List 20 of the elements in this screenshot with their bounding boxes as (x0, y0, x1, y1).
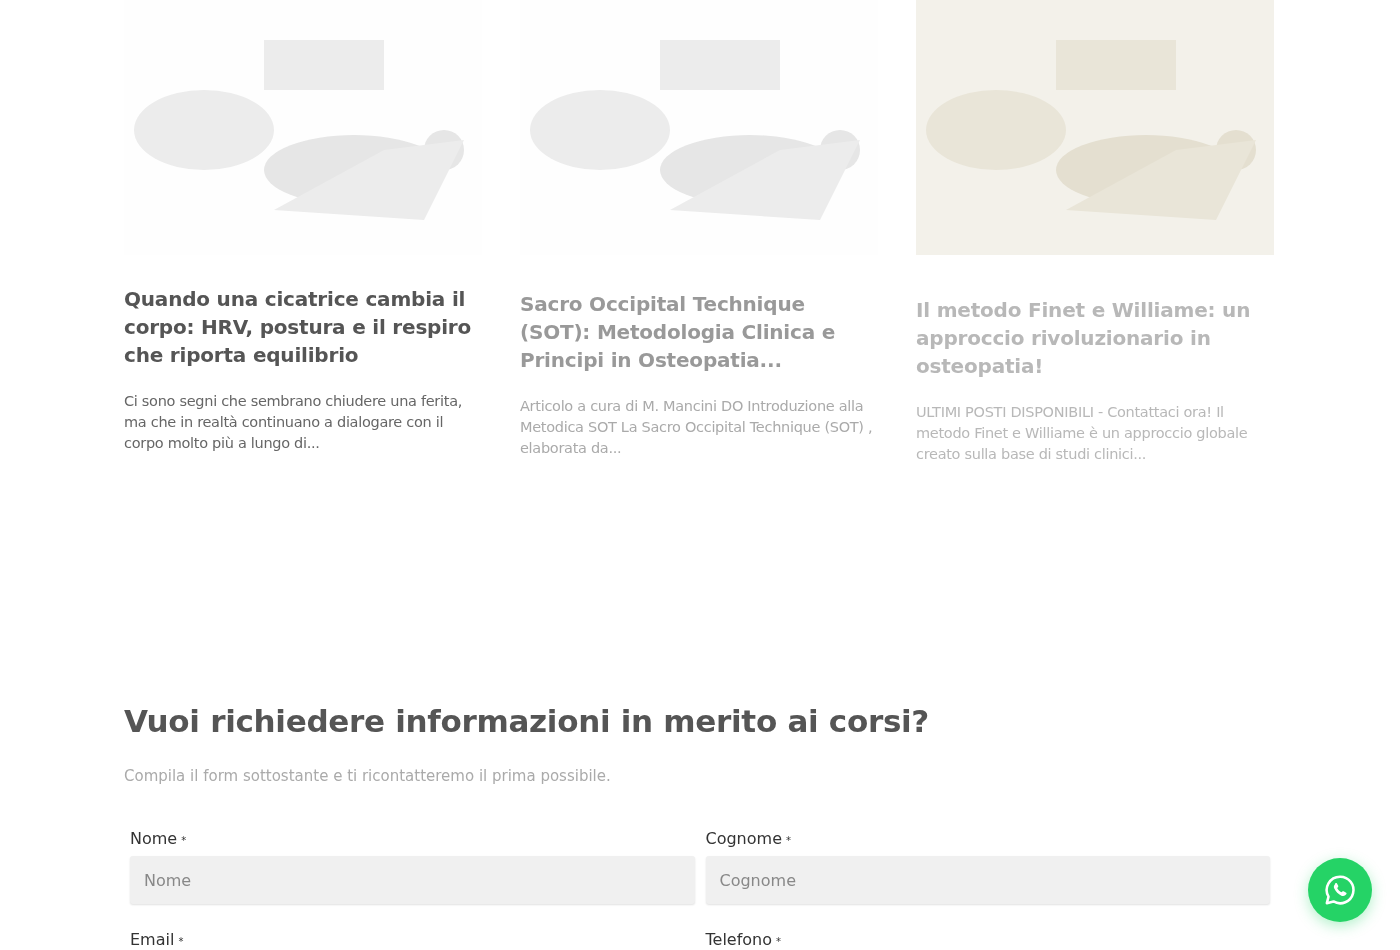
chat-phone-icon (1323, 873, 1357, 907)
post-title[interactable]: Sacro Occipital Technique (SOT): Metodologia Clinica e Principi in Osteopatia... (520, 290, 878, 374)
field-label: Cognome (705, 829, 782, 848)
required-mark: * (776, 936, 782, 947)
field-label: Nome (130, 829, 178, 848)
required-mark: * (786, 835, 791, 846)
required-mark: * (178, 936, 184, 947)
post-excerpt: ULTIMI POSTI DISPONIBILI - Contattaci ora! Il metodo Finet e Williame è un approccio globale creato sulla base di studi clinici... (916, 403, 1249, 464)
form-heading: Vuoi richiedere informazioni in merito ai corsi? (124, 702, 931, 741)
whatsapp-button[interactable] (1308, 858, 1372, 922)
form-intro: Compila il form sottostante e ti ricontatteremo il prima possibile. (124, 767, 612, 785)
post-excerpt: Ci sono segni che sembrano chiudere una ferita, ma che in realtà continuano a dialogare con il corpo molto più a lungo di... (124, 392, 464, 453)
field-label: Telefono (705, 930, 773, 949)
required-mark: * (181, 835, 187, 846)
post-title[interactable]: Il metodo Finet e Williame: un approccio rivoluzionario in osteopatia! (916, 296, 1274, 380)
field-label: Email (130, 930, 175, 949)
input-field[interactable]: Nome (130, 856, 695, 904)
post-title[interactable]: Quando una cicatrice cambia il corpo: HRV, postura e il respiro che riporta equilibrio (124, 285, 482, 369)
post-excerpt: Articolo a cura di M. Mancini DO Introduzione alla Metodica SOT La Sacro Occipital Technique (SOT) , elaborata da... (520, 397, 874, 458)
input-field[interactable]: Cognome (705, 856, 1270, 904)
